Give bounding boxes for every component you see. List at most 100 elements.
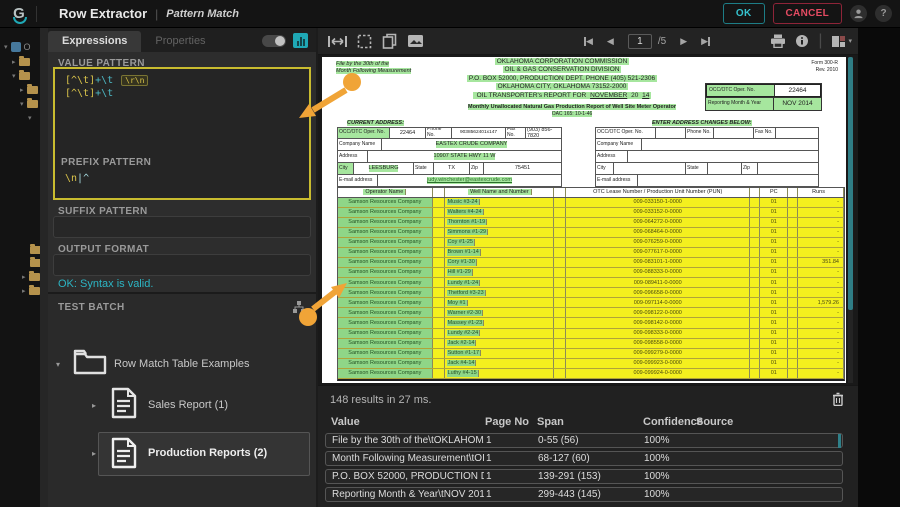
- cancel-button[interactable]: CANCEL: [772, 3, 842, 24]
- tree-item-label: Row Match Table Examples: [114, 358, 250, 370]
- results-chart-icon[interactable]: [293, 33, 308, 48]
- sidebar-item[interactable]: ▾: [28, 114, 32, 122]
- doc-table-row: Samson Resources Company Simmons #1-29 009…: [338, 227, 844, 238]
- doc-table-row: Samson Resources Company Cory #1-30 009-08…: [338, 257, 844, 269]
- folder-icon: [26, 98, 38, 108]
- doc-table-row: Samson Resources Company Hill #1-29 009-08…: [338, 268, 844, 279]
- sidebar-item[interactable]: ▸: [22, 271, 40, 281]
- chevron-down-icon: ▾: [28, 115, 32, 122]
- page-number-input[interactable]: [627, 33, 652, 49]
- sidebar-item[interactable]: ▾: [12, 70, 30, 80]
- chevron-down-icon: ▾: [56, 360, 61, 369]
- value-pattern-input-line2[interactable]: [^\t]+\t: [65, 88, 113, 99]
- doc-subtitle: Monthly Unallocated Natural Gas Producti…: [467, 104, 676, 117]
- last-page-button[interactable]: ▶: [701, 36, 711, 47]
- panel-tab-bar: Expressions Properties: [48, 28, 316, 52]
- page-title: Row Extractor: [59, 6, 148, 21]
- divider: [36, 5, 37, 22]
- result-row[interactable]: P.O. BOX 52000, PRODUCTION DEPT. PHO...1…: [325, 469, 843, 484]
- doc-table-rows: Samson Resources Company Music #3-24 009-0…: [338, 197, 844, 380]
- marquee-select-icon[interactable]: [357, 34, 372, 49]
- result-row[interactable]: Reporting Month & Year\tNOV 2014\r\nMo..…: [325, 487, 843, 502]
- doc-table-row: Samson Resources Company Luthy #4-15 009-0…: [338, 368, 844, 379]
- results-mini-scrollbar[interactable]: [838, 434, 841, 448]
- first-page-button[interactable]: ◀: [584, 36, 593, 47]
- tree-item-label: Sales Report (1): [148, 399, 229, 411]
- viewer-toolbar: ◀ ◀ /5 ▶ ▶ | ▾: [318, 28, 858, 55]
- doc-current-address-label: CURRENT ADDRESS:: [347, 120, 404, 127]
- folder-icon: [28, 285, 40, 295]
- info-icon[interactable]: [795, 34, 809, 48]
- doc-operator-box: OCC/OTC Oper. No. 22464 Reporting Month &…: [705, 83, 822, 111]
- value-pattern-input[interactable]: [^\t]+\t \r\n: [65, 75, 149, 86]
- column-page-no: Page No: [485, 416, 530, 428]
- chevron-down-icon: ▾: [12, 73, 16, 80]
- results-panel: 148 results in 27 ms. Value Page No Span…: [318, 385, 858, 507]
- prefix-pattern-input[interactable]: \n|^: [65, 173, 89, 184]
- tab-properties[interactable]: Properties: [141, 31, 219, 52]
- results-rows: File by the 30th of the\tOKLAHOMA CORP..…: [325, 433, 843, 505]
- pattern-editor-group: [^\t]+\t \r\n [^\t]+\t PREFIX PATTERN \n|…: [53, 67, 311, 200]
- doc-table-row: Samson Resources Company Moy #1 009-097114…: [338, 298, 844, 309]
- print-icon[interactable]: [770, 34, 786, 48]
- chevron-right-icon: ▸: [92, 401, 97, 410]
- help-icon[interactable]: ?: [875, 5, 892, 22]
- result-row[interactable]: Month Following Measurement\tOIL & GA...…: [325, 451, 843, 466]
- sidebar-item[interactable]: ▸: [20, 84, 38, 94]
- doc-table-row: Samson Resources Company Coy #1-25 009-076…: [338, 237, 844, 248]
- next-page-button[interactable]: ▶: [680, 36, 687, 47]
- doc-table-row: Samson Resources Company Lundy #1-24 009-0…: [338, 278, 844, 289]
- sidebar-item[interactable]: ▸: [22, 285, 40, 295]
- tab-expressions[interactable]: Expressions: [48, 31, 142, 52]
- trash-icon[interactable]: [832, 392, 844, 406]
- output-format-input[interactable]: [53, 254, 311, 276]
- doc-production-table: Operator Name Well Name and Number OTC L…: [337, 187, 845, 381]
- image-icon[interactable]: [407, 34, 424, 48]
- view-options-icon[interactable]: ▾: [831, 35, 852, 48]
- user-avatar-icon[interactable]: [850, 5, 867, 22]
- title-separator: |: [155, 6, 159, 21]
- document-page[interactable]: File by the 30th of the Month Following …: [322, 57, 846, 383]
- results-summary: 148 results in 27 ms.: [330, 394, 432, 406]
- doc-form-rev: Rev. 2010: [815, 67, 838, 73]
- doc-table-row: Samson Resources Company Lundy #2-24 009-0…: [338, 328, 844, 339]
- folder-icon: [26, 84, 38, 94]
- line-break-chip[interactable]: \r\n: [121, 75, 149, 86]
- document-vertical-scrollbar[interactable]: [848, 57, 853, 383]
- preview-toggle[interactable]: [262, 35, 286, 47]
- top-bar: G Row Extractor | Pattern Match OK CANCE…: [0, 0, 900, 28]
- column-span: Span: [537, 416, 564, 428]
- sidebar-item[interactable]: ▸: [12, 56, 30, 66]
- chevron-right-icon: ▸: [12, 59, 16, 66]
- hierarchy-icon[interactable]: [292, 300, 306, 314]
- folder-icon: [72, 346, 108, 376]
- page-count-label: /5: [657, 35, 667, 47]
- chevron-right-icon: ▸: [22, 288, 26, 295]
- document-icon: [110, 386, 138, 420]
- doc-address-left: OCC/OTC Oper. No. 22464 Phone No. 903856…: [337, 127, 562, 187]
- folder-icon: [18, 70, 30, 80]
- column-confidence: Confidence: [643, 416, 703, 428]
- row-extractor-dialog: Expressions Properties VALUE PATTERN [^\…: [40, 28, 858, 507]
- sidebar-item-root[interactable]: ▾ O: [4, 42, 31, 52]
- doc-table-row: Samson Resources Company Jack #4-14 009-09…: [338, 358, 844, 369]
- test-batch-section: TEST BATCH ▾ Row Match Table Examples ▸: [48, 292, 316, 507]
- test-batch-label: TEST BATCH: [58, 302, 125, 313]
- syntax-status: OK: Syntax is valid.: [58, 278, 154, 290]
- doc-table-row: Samson Resources Company Brown #1-14 009-0…: [338, 247, 844, 258]
- sidebar-item[interactable]: ▾: [20, 98, 38, 108]
- prev-page-button[interactable]: ◀: [607, 36, 614, 47]
- folder-icon: [18, 56, 30, 66]
- ok-button[interactable]: OK: [722, 3, 765, 24]
- doc-table-row: Samson Resources Company Jack #2-14 009-09…: [338, 338, 844, 349]
- copy-pages-icon[interactable]: [382, 33, 397, 49]
- right-gutter: [858, 28, 900, 507]
- fit-width-icon[interactable]: [328, 35, 347, 48]
- doc-table-row: Samson Resources Company Thetford #3-23 00…: [338, 288, 844, 299]
- suffix-pattern-input[interactable]: [53, 216, 311, 238]
- chevron-right-icon: ▸: [20, 87, 24, 94]
- column-value: Value: [331, 416, 360, 428]
- chevron-down-icon: ▾: [20, 101, 24, 108]
- result-row[interactable]: File by the 30th of the\tOKLAHOMA CORP..…: [325, 433, 843, 448]
- doc-table-row: Samson Resources Company Thornton #1-19 00…: [338, 217, 844, 228]
